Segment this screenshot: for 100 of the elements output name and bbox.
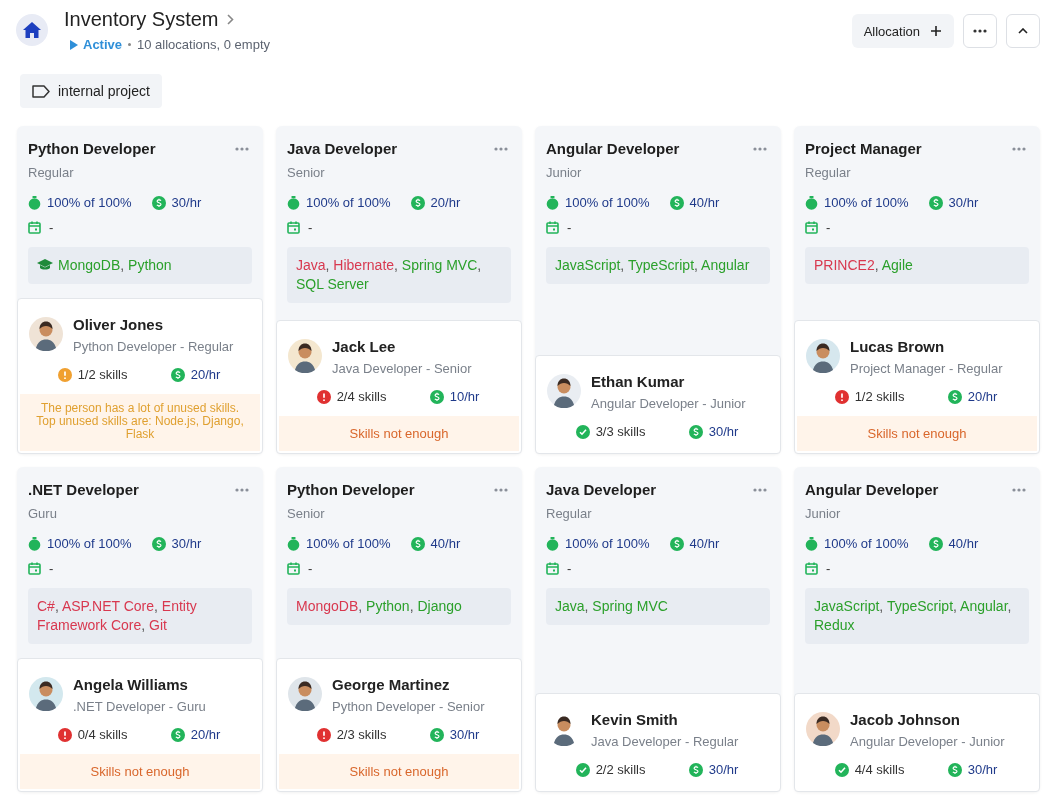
rate-text: 20/hr [430,195,461,210]
role-title: Angular Developer [805,480,939,500]
person-role: .NET Developer - Guru [73,699,206,714]
skills-count: 3/3 skills [595,424,646,439]
dollar-icon [928,536,943,551]
chevron-up-icon [1018,28,1028,34]
person-rate: 30/hr [708,424,739,439]
stopwatch-icon [287,195,300,210]
role-title: Python Developer [287,480,415,500]
dollar-icon [151,195,166,210]
calendar-icon [805,221,818,234]
rate-text: 40/hr [430,536,461,551]
plus-icon [930,25,942,37]
more-icon [235,488,249,492]
person-role: Java Developer - Senior [332,361,472,376]
date-text: - [308,561,313,576]
collapse-button[interactable] [1006,14,1040,48]
skills-count: 2/4 skills [336,389,387,404]
alert-icon [316,727,331,742]
rate-text: 40/hr [689,195,720,210]
person-rate: 30/hr [449,727,480,742]
calendar-icon [287,221,300,234]
rate-text: 30/hr [948,195,979,210]
check-icon [575,424,590,439]
skills-count: 0/4 skills [77,727,128,742]
person-card[interactable]: George Martinez Python Developer - Senior 2/3 skills 30/hr Skills not enough [276,658,522,792]
alert-icon [57,727,72,742]
skill-list: JavaScript, TypeScript, Angular [555,256,750,275]
chevron-right-icon[interactable] [226,13,234,25]
more-icon [973,29,987,33]
person-card[interactable]: Oliver Jones Python Developer - Regular 1/2 skills 20/hr The person has a lot of unused skills. Top unused skills are: Node.js, Django, Flask [17,298,263,454]
skill-list: JavaScript, TypeScript, Angular, Redux [814,597,1020,635]
skill-list: PRINCE2, Agile [814,256,913,275]
separator-dot [128,43,132,46]
allocation-text: 100% of 100% [306,536,391,551]
skill-list: Java, Hibernate, Spring MVC, SQL Server [296,256,502,294]
level-text: Regular [28,165,75,180]
more-icon [494,147,508,151]
person-rate: 10/hr [449,389,480,404]
person-rate: 20/hr [967,389,998,404]
skill-list: Java, Spring MVC [555,597,668,616]
level-text: Senior [287,165,326,180]
warning-icon [57,367,72,382]
dollar-icon [410,195,425,210]
person-card[interactable]: Lucas Brown Project Manager - Regular 1/2 skills 20/hr Skills not enough [794,320,1040,454]
role-title: Angular Developer [546,139,680,159]
stopwatch-icon [805,195,818,210]
level-text: Junior [546,165,583,180]
allocation-text: 100% of 100% [565,536,650,551]
avatar [547,374,581,408]
avatar [288,339,322,373]
calendar-icon [546,562,559,575]
person-role: Java Developer - Regular [591,734,739,749]
add-allocation-button[interactable]: Allocation [851,14,954,48]
level-text: Regular [805,165,852,180]
warning-message: Skills not enough [20,754,260,789]
person-card[interactable]: Jack Lee Java Developer - Senior 2/4 skills 10/hr Skills not enough [276,320,522,454]
skill-list: MongoDB, Python [58,256,172,275]
skills-count: 1/2 skills [77,367,128,382]
person-card[interactable]: Jacob Johnson Angular Developer - Junior 4/4 skills 30/hr [794,693,1040,792]
tag-chip[interactable]: internal project [20,74,162,108]
avatar [29,317,63,351]
date-text: - [49,561,54,576]
more-icon [494,488,508,492]
check-icon [575,762,590,777]
date-text: - [826,561,831,576]
person-name: Jack Lee [332,337,397,356]
warning-message: Skills not enough [797,416,1037,451]
person-role: Angular Developer - Junior [850,734,1005,749]
person-role: Project Manager - Regular [850,361,1003,376]
rate-text: 30/hr [171,195,202,210]
person-card[interactable]: Ethan Kumar Angular Developer - Junior 3/3 skills 30/hr [535,355,781,454]
warning-message: The person has a lot of unused skills. Top unused skills are: Node.js, Django, Flask [20,394,260,451]
person-card[interactable]: Angela Williams .NET Developer - Guru 0/4 skills 20/hr Skills not enough [17,658,263,792]
stopwatch-icon [805,536,818,551]
more-icon [753,488,767,492]
more-icon [753,147,767,151]
person-rate: 30/hr [708,762,739,777]
alert-icon [834,389,849,404]
page-title: Inventory System [64,7,219,32]
graduation-cap-icon [37,259,53,271]
avatar [288,677,322,711]
summary-text: 10 allocations, 0 empty [137,37,270,52]
home-button[interactable] [16,14,48,46]
person-name: Angela Williams [73,675,189,694]
person-name: Ethan Kumar [591,372,686,391]
more-button[interactable] [963,14,997,48]
dollar-icon [669,195,684,210]
role-title: .NET Developer [28,480,139,500]
person-name: Lucas Brown [850,337,946,356]
person-name: Jacob Johnson [850,710,962,729]
skills-count: 2/3 skills [336,727,387,742]
dollar-icon [947,762,962,777]
date-text: - [567,561,572,576]
home-icon [23,22,41,38]
level-text: Senior [287,506,326,521]
dollar-icon [151,536,166,551]
person-card[interactable]: Kevin Smith Java Developer - Regular 2/2 skills 30/hr [535,693,781,792]
tag-icon [32,84,50,98]
allocation-text: 100% of 100% [565,195,650,210]
